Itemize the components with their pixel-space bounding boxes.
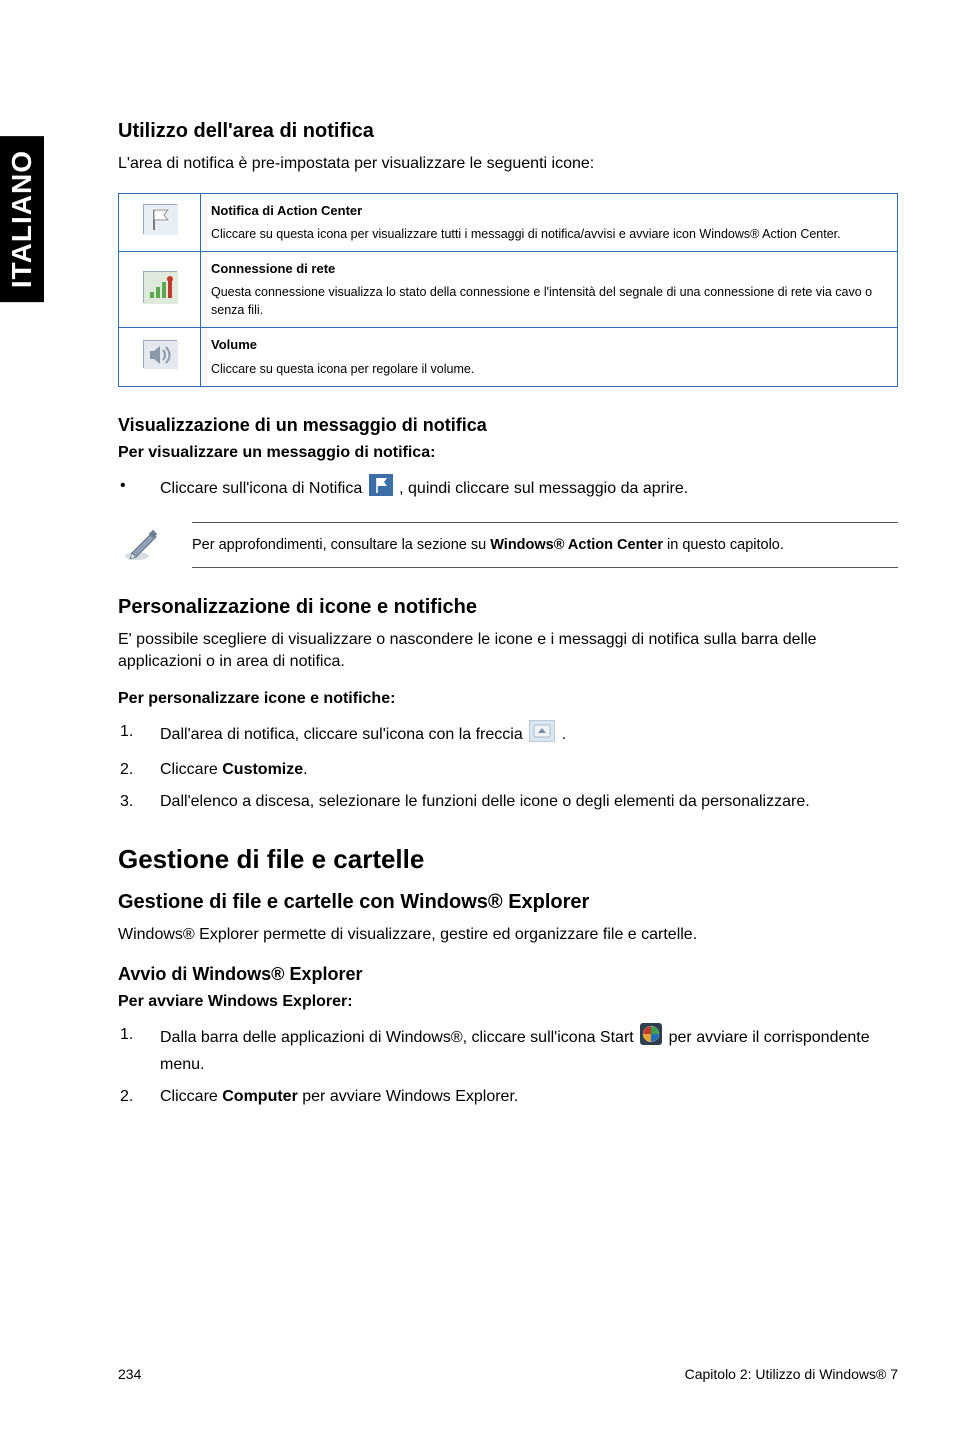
volume-desc-cell: Volume Cliccare su questa icona per rego… <box>201 328 898 387</box>
row-desc: Questa connessione visualizza lo stato d… <box>211 285 872 317</box>
table-row: Volume Cliccare su questa icona per rego… <box>119 328 898 387</box>
row-desc: Cliccare su questa icona per visualizzar… <box>211 227 841 241</box>
step-bold: Computer <box>222 1088 298 1105</box>
subheading-start-explorer: Per avviare Windows Explorer: <box>118 993 898 1011</box>
note-post: in questo capitolo. <box>663 537 784 553</box>
list-item: Dall'area di notifica, cliccare sul'icon… <box>118 720 898 750</box>
network-desc-cell: Connessione di rete Questa connessione v… <box>201 252 898 328</box>
row-desc: Cliccare su questa icona per regolare il… <box>211 362 474 376</box>
intro-explorer: Windows® Explorer permette di visualizza… <box>118 924 898 946</box>
note-pre: Per approfondimenti, consultare la sezio… <box>192 537 490 553</box>
heading-customize-icons: Personalizzazione di icone e notifiche <box>118 596 898 619</box>
bullet-text-post: , quindi cliccare sul messaggio da aprir… <box>399 480 688 497</box>
speaker-icon <box>143 340 177 368</box>
note-bold: Windows® Action Center <box>490 537 663 553</box>
language-tab: ITALIANO <box>0 136 44 302</box>
row-title: Connessione di rete <box>211 260 887 278</box>
flag-icon <box>143 204 177 234</box>
chapter-label: Capitolo 2: Utilizzo di Windows® 7 <box>685 1366 898 1382</box>
list-item: Cliccare Computer per avviare Windows Ex… <box>118 1085 898 1109</box>
step-text-post: per avviare Windows Explorer. <box>298 1088 519 1105</box>
page-footer: 234 Capitolo 2: Utilizzo di Windows® 7 <box>118 1366 898 1382</box>
network-icon-cell <box>119 252 201 328</box>
note-text: Per approfondimenti, consultare la sezio… <box>192 522 898 568</box>
heading-explorer: Gestione di file e cartelle con Windows®… <box>118 891 898 914</box>
flag-icon <box>369 474 393 504</box>
up-arrow-icon <box>529 720 555 750</box>
intro-notification-area: L'area di notifica è pre-impostata per v… <box>118 153 898 175</box>
step-text: Dalla barra delle applicazioni di Window… <box>160 1029 638 1046</box>
list-item: Dalla barra delle applicazioni di Window… <box>118 1023 898 1077</box>
action-center-icon-cell <box>119 193 201 252</box>
step-text: Cliccare <box>160 761 222 778</box>
list-item: Cliccare sull'icona di Notifica , quindi… <box>118 474 898 504</box>
action-center-desc-cell: Notifica di Action Center Cliccare su qu… <box>201 193 898 252</box>
step-text-post: . <box>303 761 307 778</box>
subheading-view-notification: Per visualizzare un messaggio di notific… <box>118 444 898 462</box>
row-title: Volume <box>211 336 887 354</box>
table-row: Notifica di Action Center Cliccare su qu… <box>119 193 898 252</box>
page-number: 234 <box>118 1366 141 1382</box>
step-text: Cliccare <box>160 1088 222 1105</box>
network-icon <box>143 271 177 303</box>
intro-customize: E' possibile scegliere di visualizzare o… <box>118 629 898 672</box>
step-bold: Customize <box>222 761 303 778</box>
heading-file-management: Gestione di file e cartelle <box>118 844 898 875</box>
bullet-text-pre: Cliccare sull'icona di Notifica <box>160 480 367 497</box>
page-content: Utilizzo dell'area di notifica L'area di… <box>118 120 898 1127</box>
steps-explorer: Dalla barra delle applicazioni di Window… <box>118 1023 898 1109</box>
row-title: Notifica di Action Center <box>211 202 887 220</box>
step-text: Dall'area di notifica, cliccare sul'icon… <box>160 727 527 744</box>
subheading-customize: Per personalizzare icone e notifiche: <box>118 690 898 708</box>
pencil-icon <box>122 523 162 568</box>
list-item: Cliccare Customize. <box>118 758 898 782</box>
list-item: Dall'elenco a discesa, selezionare le fu… <box>118 790 898 814</box>
step-text: Dall'elenco a discesa, selezionare le fu… <box>160 793 810 810</box>
bullet-list: Cliccare sull'icona di Notifica , quindi… <box>118 474 898 504</box>
heading-notification-area: Utilizzo dell'area di notifica <box>118 120 898 143</box>
step-text-post: . <box>562 727 566 744</box>
heading-start-explorer: Avvio di Windows® Explorer <box>118 964 898 985</box>
note-box: Per approfondimenti, consultare la sezio… <box>118 522 898 568</box>
steps-customize: Dall'area di notifica, cliccare sul'icon… <box>118 720 898 814</box>
start-orb-icon <box>640 1023 662 1053</box>
heading-view-notification: Visualizzazione di un messaggio di notif… <box>118 415 898 436</box>
table-row: Connessione di rete Questa connessione v… <box>119 252 898 328</box>
notification-icons-table: Notifica di Action Center Cliccare su qu… <box>118 193 898 388</box>
volume-icon-cell <box>119 328 201 387</box>
